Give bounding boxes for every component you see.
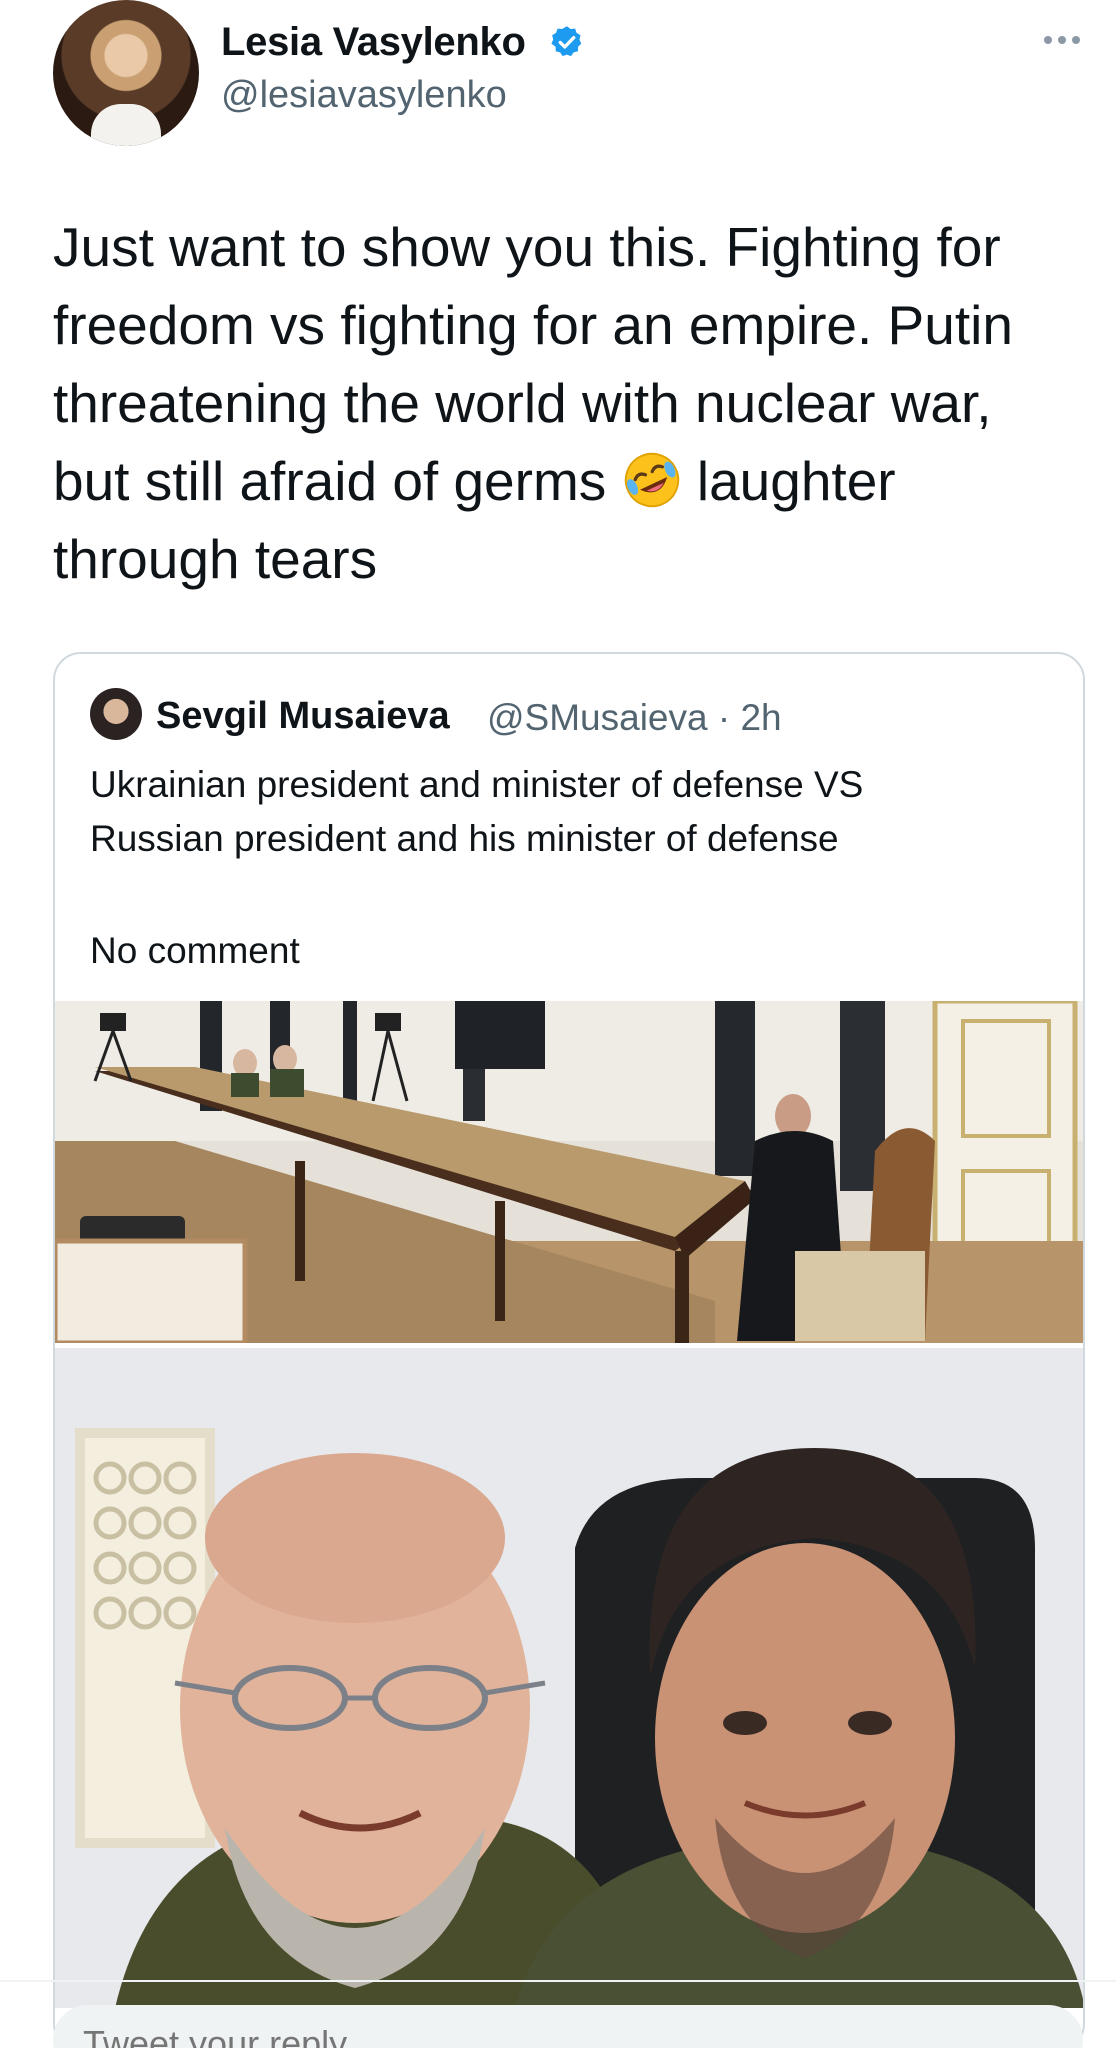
quoted-author-name: Sevgil Musaieva: [156, 695, 450, 737]
tweet-text: Just want to show you this. Fighting for…: [53, 208, 1093, 598]
quoted-tweet-text-2: No comment: [90, 930, 300, 971]
quoted-tweet-card[interactable]: Sevgil Musaieva @SMusaieva · 2h Ukrainia…: [53, 652, 1085, 2048]
rolling-on-floor-laughing-icon: [624, 452, 679, 508]
verified-badge-icon: [551, 26, 582, 57]
long-table-meeting-photo[interactable]: [55, 1001, 1085, 1343]
quoted-tweet-text: Ukrainian president and minister of defe…: [90, 764, 864, 859]
selfie-photo[interactable]: [55, 1348, 1085, 2008]
more-options-icon[interactable]: [1040, 30, 1084, 50]
tweet-header: Lesia Vasylenko @lesiavasylenko: [53, 0, 1083, 150]
reply-input[interactable]: [83, 2023, 983, 2048]
quoted-author-avatar: [90, 688, 142, 740]
author-avatar[interactable]: [53, 0, 199, 146]
quoted-author-handle: @SMusaieva · 2h: [487, 697, 782, 738]
reply-divider: [0, 1980, 1116, 1982]
author-handle[interactable]: @lesiavasylenko: [221, 74, 507, 117]
reply-box[interactable]: [53, 2005, 1083, 2048]
author-name[interactable]: Lesia Vasylenko: [221, 20, 526, 65]
